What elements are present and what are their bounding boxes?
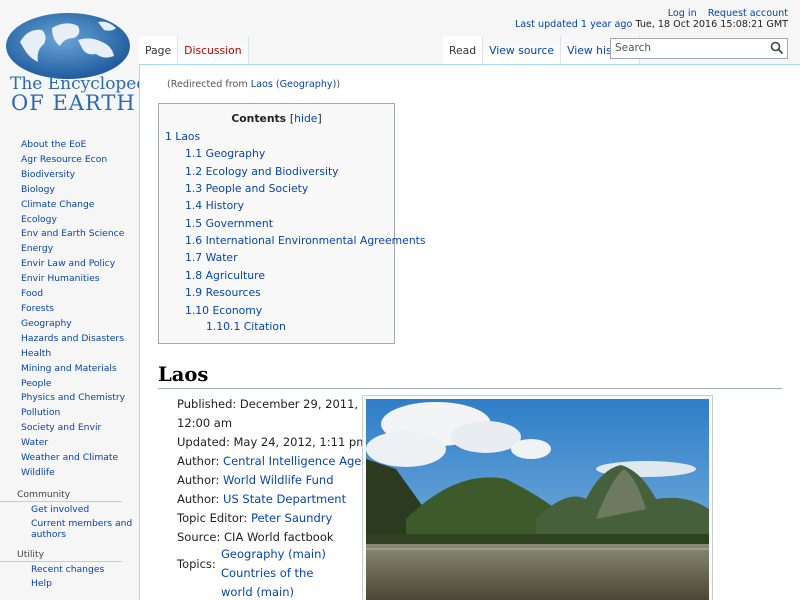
- personal-tools: Log in Request account: [660, 8, 788, 19]
- sidebar-item-hazards[interactable]: Hazards and Disasters: [21, 332, 138, 347]
- search-icon[interactable]: [770, 41, 784, 55]
- search-placeholder: Search: [615, 42, 652, 54]
- toc-item-geography[interactable]: 1.1 Geography: [185, 147, 265, 160]
- sidebar-item-forests[interactable]: Forests: [21, 302, 138, 317]
- last-updated-date: Tue, 18 Oct 2016 15:08:21 GMT: [635, 19, 788, 30]
- last-updated-link[interactable]: Last updated 1 year ago: [515, 19, 632, 30]
- author-label: Author:: [177, 454, 224, 468]
- topic-link[interactable]: Geography (main): [221, 547, 326, 561]
- sidebar-item-about[interactable]: About the EoE: [21, 138, 138, 153]
- author-link[interactable]: World Wildlife Fund: [223, 473, 333, 487]
- sidebar-item-agr-resource-econ[interactable]: Agr Resource Econ: [21, 153, 138, 168]
- sidebar-item-geography[interactable]: Geography: [21, 317, 138, 332]
- redirect-link[interactable]: Laos (Geography): [251, 79, 337, 90]
- sidebar-item-biology[interactable]: Biology: [21, 183, 138, 198]
- toc-item-agreements[interactable]: 1.6 International Environmental Agreemen…: [185, 234, 426, 247]
- sidebar-item-envir-humanities[interactable]: Envir Humanities: [21, 272, 138, 287]
- toc-item-government[interactable]: 1.5 Government: [185, 217, 273, 230]
- topics-list: Geography (main) Countries of the world …: [221, 545, 341, 600]
- get-involved-link[interactable]: Get involved: [31, 504, 138, 516]
- toc-hide-close: ]: [317, 112, 322, 125]
- redirect-suffix: ): [336, 79, 341, 90]
- tab-view-source[interactable]: View source: [483, 36, 562, 64]
- topic-editor-link[interactable]: Peter Saundry: [251, 511, 332, 525]
- sidebar-item-pollution[interactable]: Pollution: [21, 406, 138, 421]
- table-of-contents: Contents [hide] 1 Laos 1.1 Geography 1.2…: [158, 103, 426, 344]
- topics-label: Topics:: [177, 557, 216, 571]
- toc-item-ecology[interactable]: 1.2 Ecology and Biodiversity: [185, 165, 339, 178]
- author-label: Author:: [177, 473, 224, 487]
- topic-editor-label: Topic Editor:: [177, 511, 251, 525]
- last-updated: Last updated 1 year ago Tue, 18 Oct 2016…: [515, 19, 788, 30]
- redirect-note: (Redirected from Laos (Geography)): [167, 79, 340, 90]
- toc-hide-link[interactable]: hide: [294, 112, 317, 125]
- tab-page[interactable]: Page: [139, 36, 179, 64]
- toc-item-resources[interactable]: 1.9 Resources: [185, 286, 261, 299]
- sidebar-item-health[interactable]: Health: [21, 347, 138, 362]
- utility-heading: Utility: [0, 549, 122, 562]
- namespace-tabs: Page Discussion: [139, 36, 249, 64]
- search-input[interactable]: Search: [610, 38, 788, 59]
- sidebar-item-climate-change[interactable]: Climate Change: [21, 198, 138, 213]
- current-members-link[interactable]: Current members and authors: [31, 519, 138, 540]
- request-account-link[interactable]: Request account: [708, 8, 788, 19]
- page-title: Laos: [158, 363, 782, 389]
- sidebar-item-society-envir[interactable]: Society and Envir: [21, 421, 138, 436]
- utility-portal: Utility Recent changes Help: [0, 549, 138, 590]
- toc-item-history[interactable]: 1.4 History: [185, 199, 244, 212]
- topic-editor-row: Topic Editor: Peter Saundry: [177, 509, 363, 528]
- sidebar-item-physics-chemistry[interactable]: Physics and Chemistry: [21, 391, 138, 406]
- article-photo[interactable]: [362, 395, 713, 600]
- author-row-2: Author: World Wildlife Fund: [177, 471, 363, 490]
- sidebar-item-food[interactable]: Food: [21, 287, 138, 302]
- sidebar-item-mining[interactable]: Mining and Materials: [21, 362, 138, 377]
- author-row-1: Author: Central Intelligence Agency: [177, 452, 382, 471]
- tab-discussion[interactable]: Discussion: [178, 36, 249, 64]
- sidebar-item-wildlife[interactable]: Wildlife: [21, 466, 138, 481]
- toc-item-citation[interactable]: 1.10.1 Citation: [206, 320, 286, 333]
- tab-read[interactable]: Read: [443, 36, 484, 64]
- toc-item-agriculture[interactable]: 1.8 Agriculture: [185, 269, 265, 282]
- toc-item-water[interactable]: 1.7 Water: [185, 251, 238, 264]
- sidebar: About the EoE Agr Resource Econ Biodiver…: [0, 138, 138, 594]
- sidebar-item-water[interactable]: Water: [21, 436, 138, 451]
- updated-date: Updated: May 24, 2012, 1:11 pm: [177, 435, 368, 449]
- article-meta: Published: December 29, 2011, 12:00 am U…: [177, 395, 382, 547]
- logo-line-2: OF EARTH: [11, 91, 136, 115]
- site-logo[interactable]: The Encyclopedia OF EARTH: [0, 0, 163, 120]
- topic-link[interactable]: Countries of the world (main): [221, 566, 313, 599]
- sidebar-item-energy[interactable]: Energy: [21, 242, 138, 257]
- recent-changes-link[interactable]: Recent changes: [31, 564, 138, 576]
- toc-heading: Contents: [231, 112, 287, 125]
- author-label: Author:: [177, 492, 224, 506]
- sidebar-item-envir-law-policy[interactable]: Envir Law and Policy: [21, 257, 138, 272]
- sidebar-item-weather-climate[interactable]: Weather and Climate: [21, 451, 138, 466]
- sidebar-item-people[interactable]: People: [21, 377, 138, 392]
- laos-river-image: [366, 399, 709, 600]
- author-row-3: Author: US State Department: [177, 490, 363, 509]
- sidebar-nav: About the EoE Agr Resource Econ Biodiver…: [0, 138, 138, 481]
- author-link[interactable]: US State Department: [223, 492, 346, 506]
- main-content: (Redirected from Laos (Geography)) Conte…: [139, 64, 800, 600]
- community-heading: Community: [0, 489, 122, 502]
- toc-item-laos[interactable]: 1 Laos: [165, 130, 200, 143]
- toc-title: Contents [hide]: [159, 112, 394, 125]
- community-portal: Community Get involved Current members a…: [0, 489, 138, 541]
- toc-item-people[interactable]: 1.3 People and Society: [185, 182, 308, 195]
- toc-item-economy[interactable]: 1.10 Economy: [185, 304, 262, 317]
- sidebar-item-ecology[interactable]: Ecology: [21, 213, 138, 228]
- help-link[interactable]: Help: [31, 579, 138, 590]
- redirect-prefix: (Redirected from: [167, 79, 251, 90]
- sidebar-item-biodiversity[interactable]: Biodiversity: [21, 168, 138, 183]
- author-link[interactable]: Central Intelligence Agency: [223, 454, 382, 468]
- login-link[interactable]: Log in: [668, 8, 697, 19]
- sidebar-item-env-earth-science[interactable]: Env and Earth Science: [21, 227, 138, 242]
- published-date: Published: December 29, 2011, 12:00 am: [177, 397, 359, 430]
